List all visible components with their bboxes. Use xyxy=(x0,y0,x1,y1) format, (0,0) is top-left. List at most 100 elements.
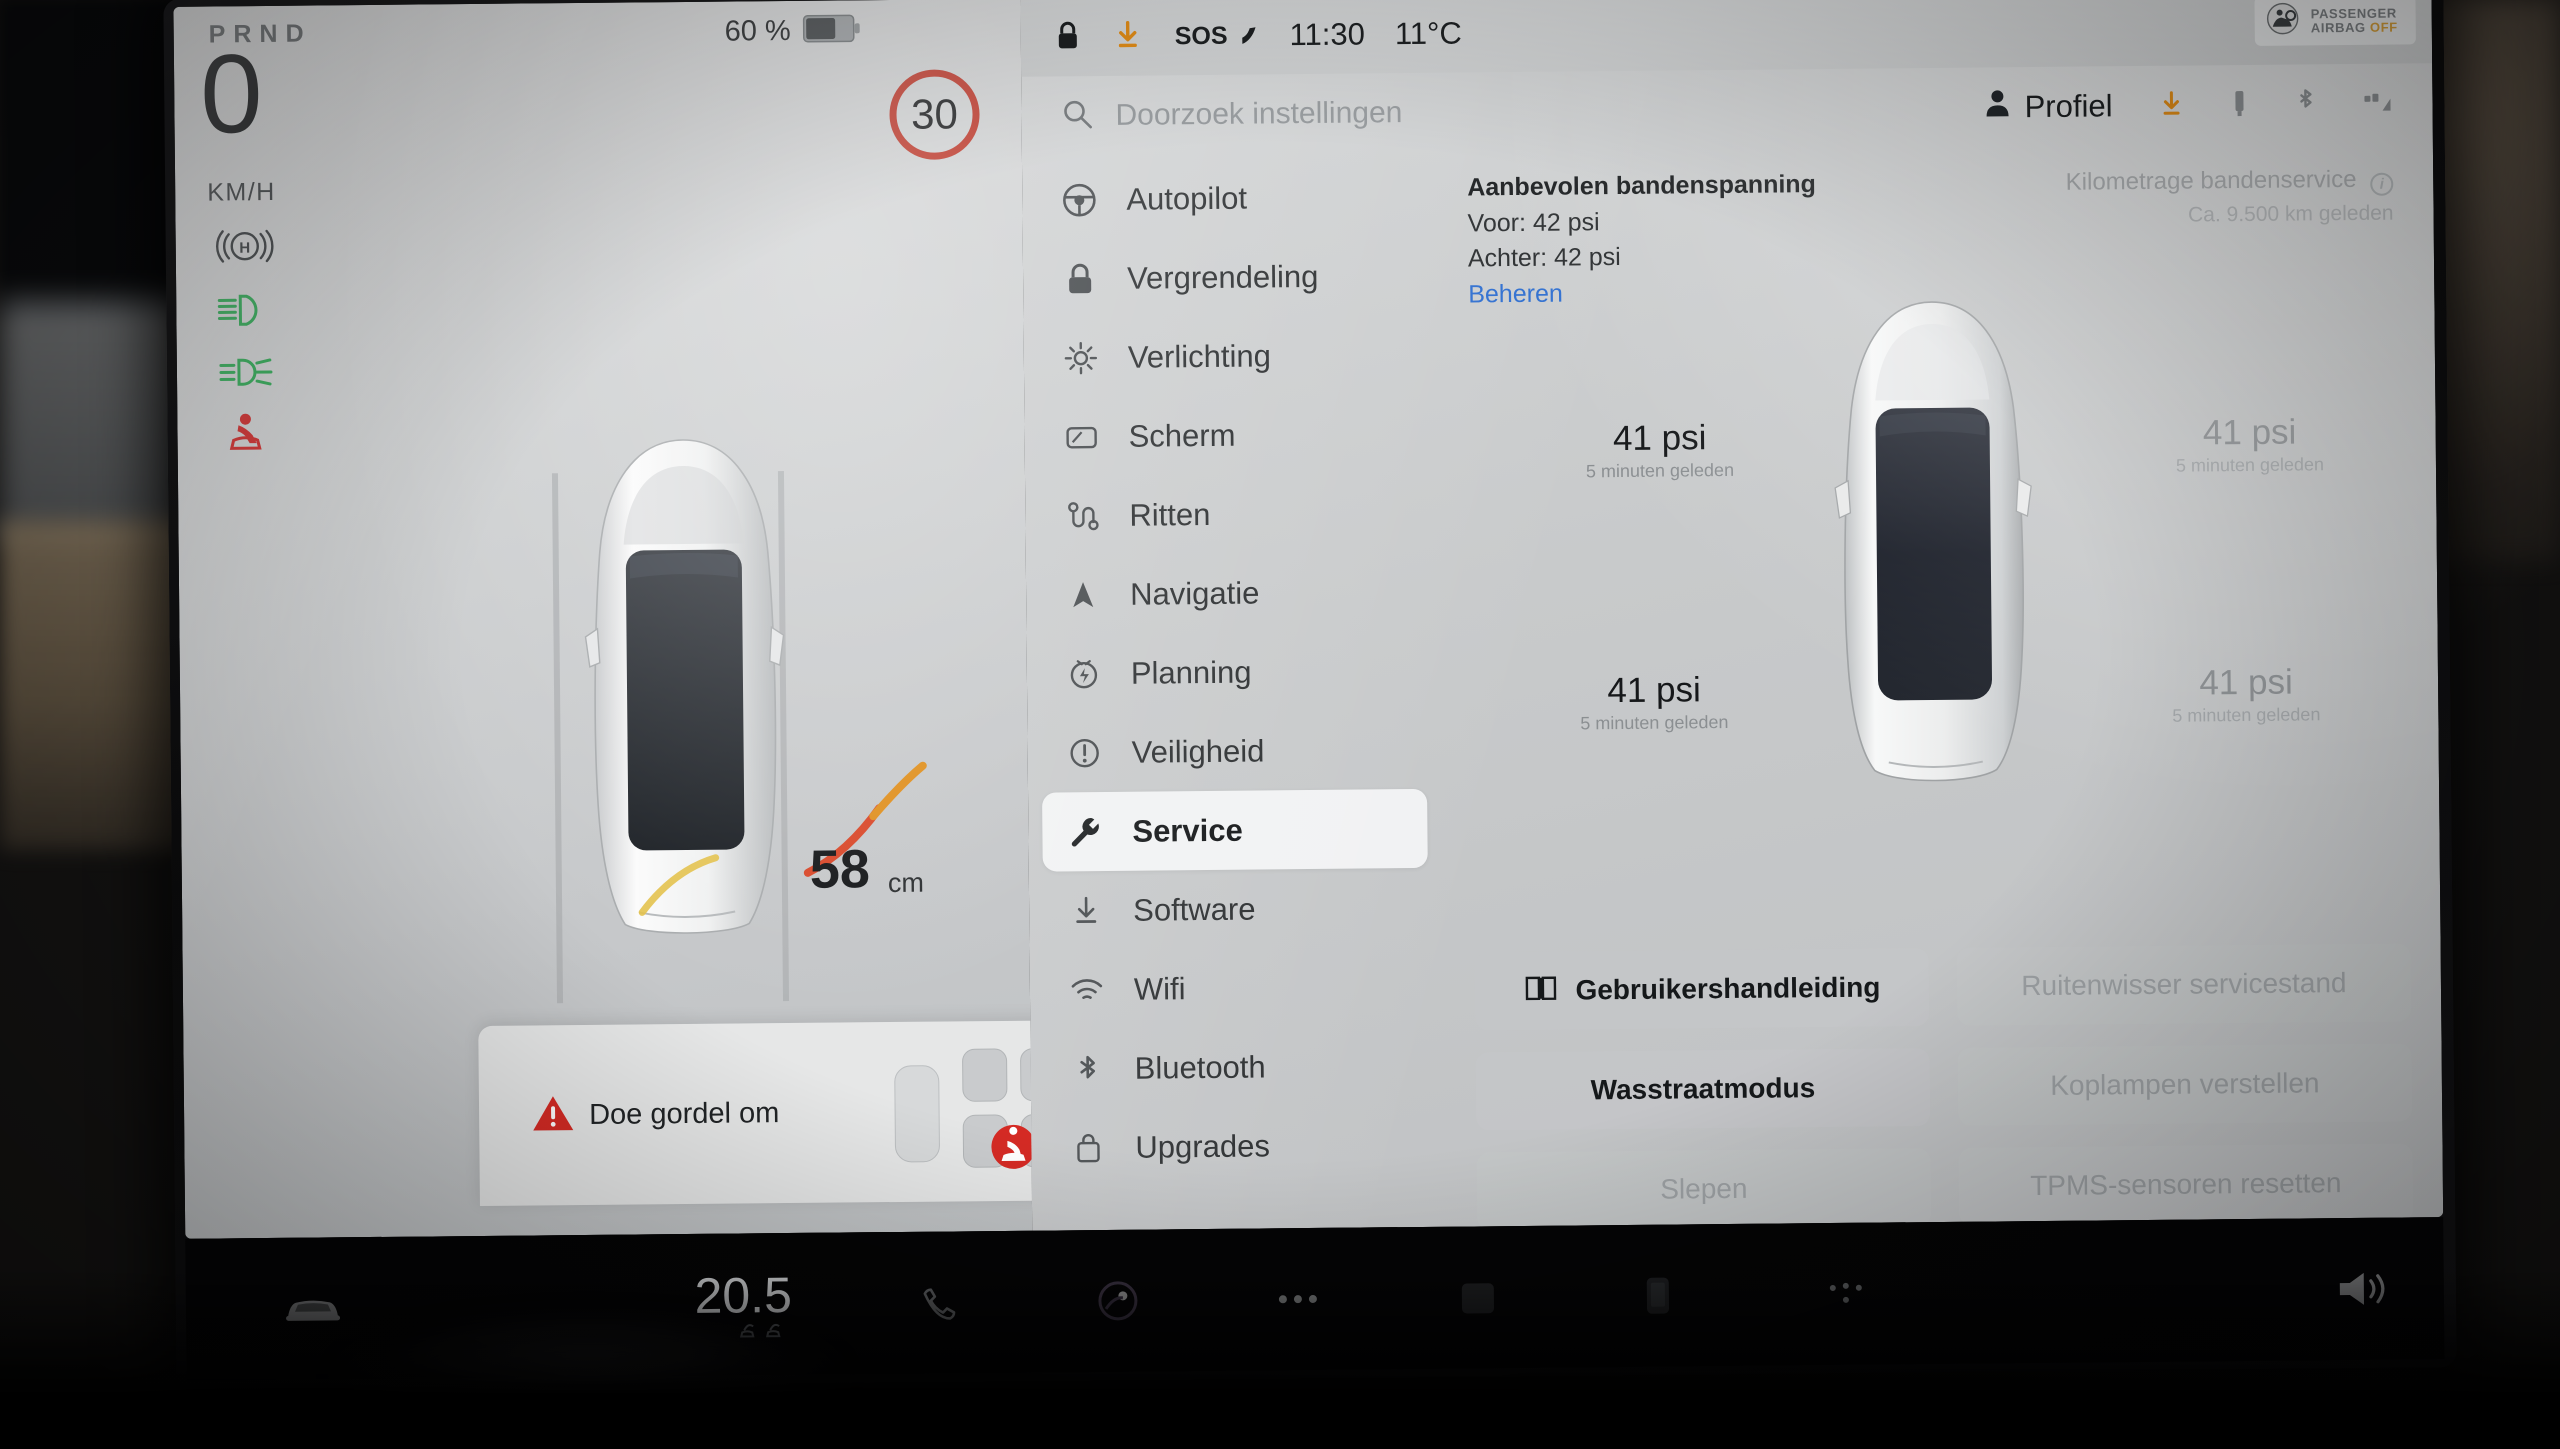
sidebar-item-verlichting[interactable]: Verlichting xyxy=(1037,315,1423,398)
car-controls-button[interactable] xyxy=(238,1288,388,1329)
volume-icon xyxy=(2339,1272,2385,1305)
tire-pressure-header: Aanbevolen bandenspanning Voor: 42 psi A… xyxy=(1467,162,2394,313)
phone-app-button[interactable] xyxy=(1568,1271,1748,1321)
service-buttons-grid: Gebruikershandleiding Ruitenwisser servi… xyxy=(1474,943,2414,1231)
sidebar-item-label: Planning xyxy=(1130,654,1252,691)
sidebar-item-label: Bluetooth xyxy=(1134,1048,1266,1086)
airbag-line-2: AIRBAG xyxy=(2310,19,2366,35)
speed-limit-sign: 30 xyxy=(889,69,980,161)
tire-service-block: Kilometrage bandenservice i Ca. 9.500 km… xyxy=(2066,162,2394,233)
sidebar-item-ritten[interactable]: Ritten xyxy=(1039,473,1425,556)
search-input[interactable]: Doorzoek instellingen xyxy=(1115,96,1402,133)
camera-icon xyxy=(1461,1283,1495,1314)
profile-icon xyxy=(1984,88,2010,126)
sidebar-item-software[interactable]: Software xyxy=(1043,868,1429,951)
service-button-label: Ruitenwisser servicestand xyxy=(2021,967,2347,1002)
display-icon xyxy=(1062,417,1100,455)
recommended-pressure-block: Aanbevolen bandenspanning Voor: 42 psi A… xyxy=(1467,167,1817,312)
parking-brake-hold-icon: H xyxy=(214,224,276,269)
settings-search-row: Doorzoek instellingen Profiel xyxy=(1021,63,2433,157)
headlight-adjust-button[interactable]: Koplampen verstellen xyxy=(1957,1043,2413,1126)
profile-label: Profiel xyxy=(2024,88,2113,125)
sidebar-item-scherm[interactable]: Scherm xyxy=(1038,394,1424,477)
settings-sidebar: Autopilot Vergrendeling Verlichting Sche… xyxy=(1022,153,1457,1231)
shopping-bag-icon xyxy=(1069,1128,1107,1166)
steering-wheel-icon xyxy=(1060,181,1098,219)
tire-service-value: Ca. 9.500 km geleden xyxy=(2187,201,2394,227)
front-pressure-label: Voor: 42 psi xyxy=(1467,207,1600,237)
battery-icon xyxy=(802,14,861,48)
service-button-label: TPMS-sensoren resetten xyxy=(2030,1167,2342,1202)
status-bar: SOS 11:30 11°C PASSENGER AIRBAG OFF xyxy=(1020,0,2433,77)
phone-handset-icon xyxy=(1237,17,1259,53)
navigation-arrow-icon xyxy=(1064,575,1102,613)
sidebar-item-planning[interactable]: Planning xyxy=(1041,631,1427,714)
outside-temperature[interactable]: 11°C xyxy=(1395,16,1462,53)
sidebar-item-wifi[interactable]: Wifi xyxy=(1044,947,1430,1030)
profile-button[interactable]: Profiel xyxy=(1984,87,2113,126)
low-beam-headlight-icon xyxy=(214,288,276,333)
media-voice-icon xyxy=(1098,1281,1138,1321)
service-button-label: Koplampen verstellen xyxy=(2050,1067,2320,1101)
sidebar-item-veiligheid[interactable]: Veiligheid xyxy=(1041,710,1427,793)
phone-app-icon xyxy=(1646,1277,1670,1314)
more-apps-button[interactable] xyxy=(1208,1289,1388,1309)
tire-service-title: Kilometrage bandenservice xyxy=(2065,165,2357,196)
sidebar-item-bluetooth[interactable]: Bluetooth xyxy=(1044,1026,1430,1109)
phone-button[interactable] xyxy=(848,1282,1028,1324)
tow-mode-button[interactable]: Slepen xyxy=(1476,1148,1932,1231)
tire-pressure-value: 41 psi xyxy=(1612,418,1707,459)
sidebar-item-label: Verlichting xyxy=(1127,337,1272,375)
volume-button[interactable] xyxy=(2334,1267,2392,1312)
front-fog-light-icon xyxy=(215,350,277,395)
manage-pressure-link[interactable]: Beheren xyxy=(1468,274,1817,313)
airbag-state: OFF xyxy=(2369,19,2398,35)
sidebar-item-label: Autopilot xyxy=(1126,180,1248,217)
car-front-icon xyxy=(286,1300,341,1321)
sidebar-item-upgrades[interactable]: Upgrades xyxy=(1045,1105,1431,1188)
software-download-icon[interactable] xyxy=(1115,20,1145,54)
schedule-clock-icon xyxy=(1065,654,1103,692)
sos-label: SOS xyxy=(1174,21,1228,50)
passenger-airbag-indicator: PASSENGER AIRBAG OFF xyxy=(2254,0,2416,46)
parking-distance-value: 58 xyxy=(809,839,871,900)
owners-manual-button[interactable]: Gebruikershandleiding xyxy=(1474,948,1930,1031)
seatbelt-alert-card[interactable]: Doe gordel om xyxy=(478,1018,1033,1206)
sidebar-item-autopilot[interactable]: Autopilot xyxy=(1036,157,1422,240)
wiper-service-mode-button[interactable]: Ruitenwisser servicestand xyxy=(1956,943,2412,1026)
cellular-signal-icon[interactable] xyxy=(2362,86,2392,121)
battery-indicator: 60 % xyxy=(724,14,860,48)
usb-icon[interactable] xyxy=(2230,87,2248,122)
seatbelt-alert-text: Doe gordel om xyxy=(588,1096,780,1131)
tire-rear-right[interactable]: 41 psi 5 minuten geleden xyxy=(2156,662,2337,727)
sos-indicator[interactable]: SOS xyxy=(1175,17,1260,54)
climate-button[interactable] xyxy=(1748,1275,1948,1313)
tpms-reset-button[interactable]: TPMS-sensoren resetten xyxy=(1958,1143,2414,1226)
tire-front-right[interactable]: 41 psi 5 minuten geleden xyxy=(2159,412,2340,477)
camera-button[interactable] xyxy=(1388,1274,1568,1322)
lock-icon[interactable] xyxy=(1055,20,1085,54)
settings-toolbar: Profiel xyxy=(1984,85,2392,127)
tire-rear-left[interactable]: 41 psi 5 minuten geleden xyxy=(1564,670,1745,735)
bluetooth-icon[interactable] xyxy=(2294,87,2316,122)
media-voice-button[interactable] xyxy=(1028,1274,1208,1328)
clock[interactable]: 11:30 xyxy=(1289,16,1365,53)
warning-triangle-icon xyxy=(531,1093,575,1138)
software-download-icon[interactable] xyxy=(2158,88,2184,123)
service-button-label: Gebruikershandleiding xyxy=(1575,971,1881,1006)
sidebar-item-navigatie[interactable]: Navigatie xyxy=(1040,552,1426,635)
lock-icon xyxy=(1061,260,1099,298)
photo-stage: PRND 0 KM/H 60 % 30 H 58 cm Doe gordel o… xyxy=(0,0,2560,1449)
driver-climate-button[interactable]: 20.5 xyxy=(388,1265,849,1346)
ambient-grey-panel xyxy=(0,300,180,540)
tire-pressure-time: 5 minuten geleden xyxy=(1585,459,1735,482)
car-wash-mode-button[interactable]: Wasstraatmodus xyxy=(1475,1048,1931,1131)
tire-front-left[interactable]: 41 psi 5 minuten geleden xyxy=(1569,418,1750,483)
sidebar-item-vergrendeling[interactable]: Vergrendeling xyxy=(1037,236,1423,319)
trips-route-icon xyxy=(1063,496,1101,534)
search-icon[interactable] xyxy=(1061,98,1093,135)
info-icon[interactable]: i xyxy=(2370,172,2394,196)
tire-pressure-time: 5 minuten geleden xyxy=(2175,454,2325,476)
sidebar-item-service[interactable]: Service xyxy=(1042,788,1428,872)
download-icon xyxy=(1067,891,1105,929)
